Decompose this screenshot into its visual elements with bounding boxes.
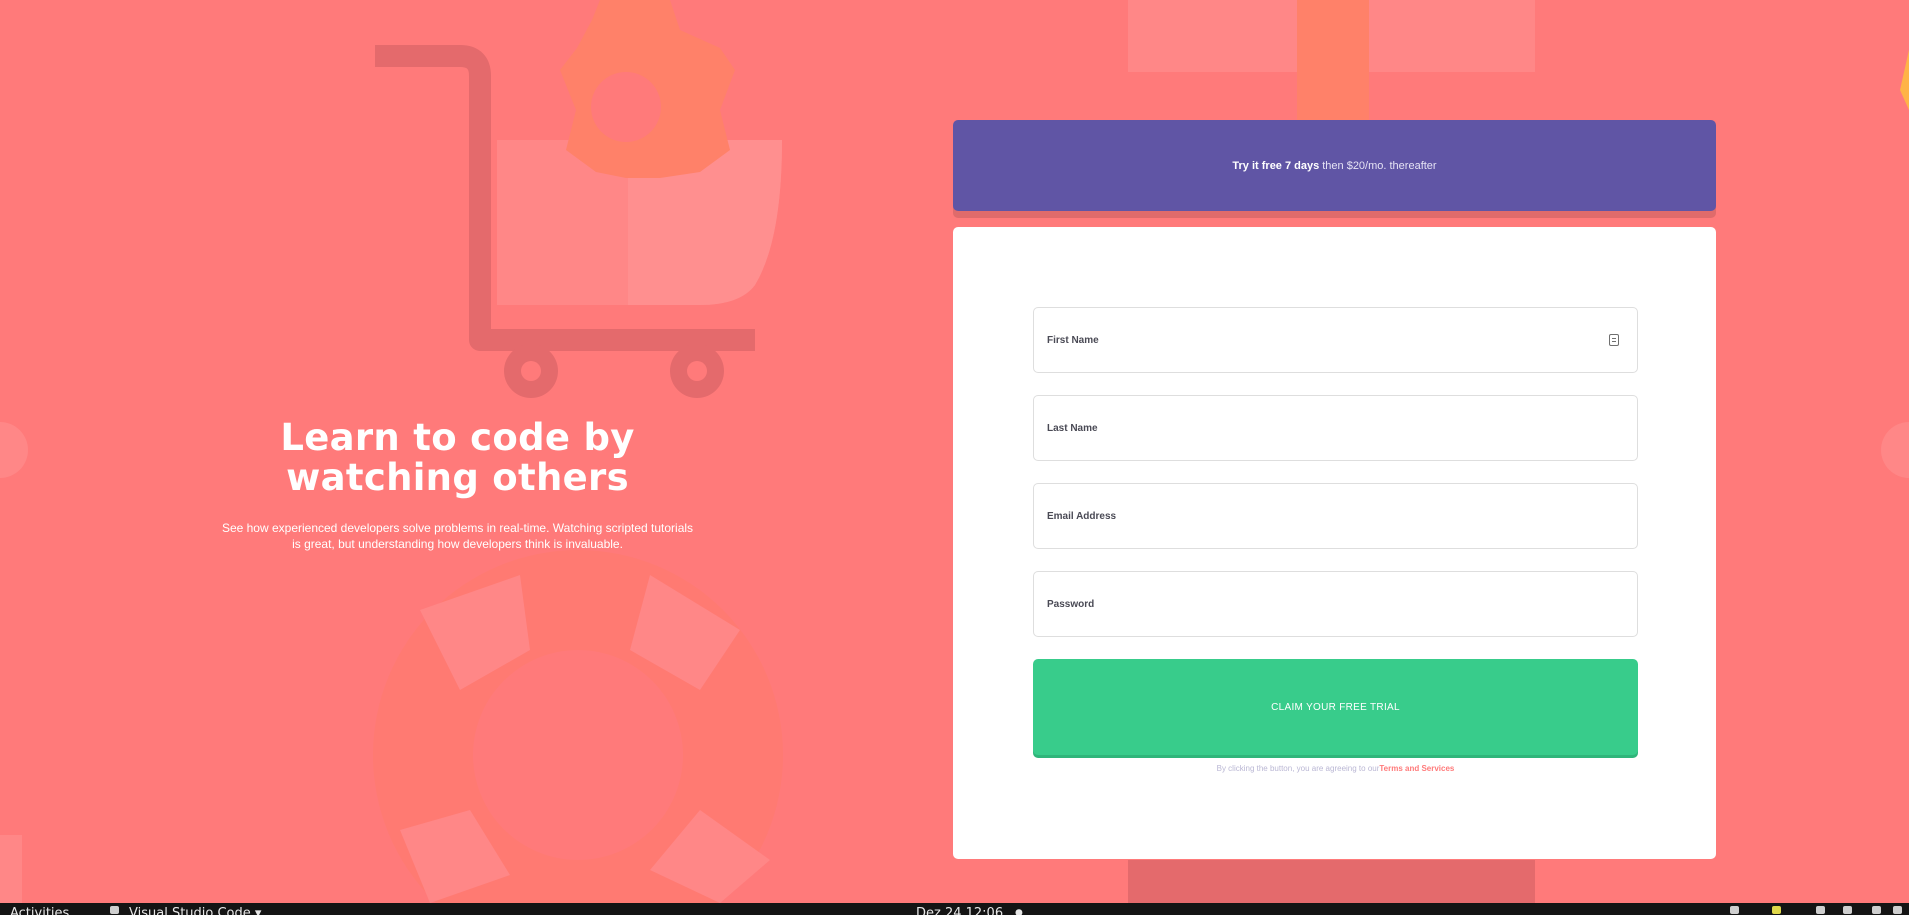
signup-form: CLAIM YOUR FREE TRIAL By clicking the bu… [953,227,1716,859]
banner-offer-bold: Try it free 7 days [1232,159,1320,172]
app-menu-button[interactable]: Visual Studio Code ▾ [129,906,261,915]
password-input[interactable] [1047,598,1607,610]
terms-link[interactable]: Terms and Services [1379,764,1454,773]
notification-dot-icon: ● [1015,908,1023,915]
claim-free-trial-button[interactable]: CLAIM YOUR FREE TRIAL [1033,659,1638,755]
autofill-contact-icon[interactable] [1609,334,1619,346]
activities-button[interactable]: Activities [10,906,69,915]
app-name: Visual Studio Code [129,906,251,915]
free-trial-banner: Try it free 7 days then $20/mo. thereaft… [953,120,1716,211]
terms-notice: By clicking the button, you are agreeing… [1033,764,1638,773]
email-field[interactable] [1033,483,1638,549]
tray-settings-icon[interactable] [1730,906,1739,914]
clock[interactable]: Dez 24 12:06 [916,906,1003,915]
system-menu-icon[interactable] [1893,906,1902,914]
hero-section: Learn to code by watching others See how… [200,418,715,552]
battery-icon[interactable] [1872,906,1881,914]
tray-notes-icon[interactable] [1772,906,1781,914]
lifebuoy-illustration [373,550,783,915]
last-name-field[interactable] [1033,395,1638,461]
first-name-input[interactable] [1047,334,1607,346]
terms-text: By clicking the button, you are agreeing… [1216,764,1380,773]
volume-icon[interactable] [1843,906,1852,914]
network-icon[interactable] [1816,906,1825,914]
chevron-down-icon: ▾ [254,906,262,915]
hero-title: Learn to code by watching others [280,416,635,499]
email-input[interactable] [1047,510,1607,522]
gear-illustration [560,0,735,178]
system-taskbar: Activities Visual Studio Code ▾ Dez 24 1… [0,903,1909,915]
last-name-input[interactable] [1047,422,1607,434]
password-field[interactable] [1033,571,1638,637]
banner-offer-rest: then $20/mo. thereafter [1322,159,1437,172]
first-name-field[interactable] [1033,307,1638,373]
vscode-app-icon [110,906,119,914]
shopping-cart-illustration [375,45,782,398]
hero-description: See how experienced developers solve pro… [221,521,694,551]
